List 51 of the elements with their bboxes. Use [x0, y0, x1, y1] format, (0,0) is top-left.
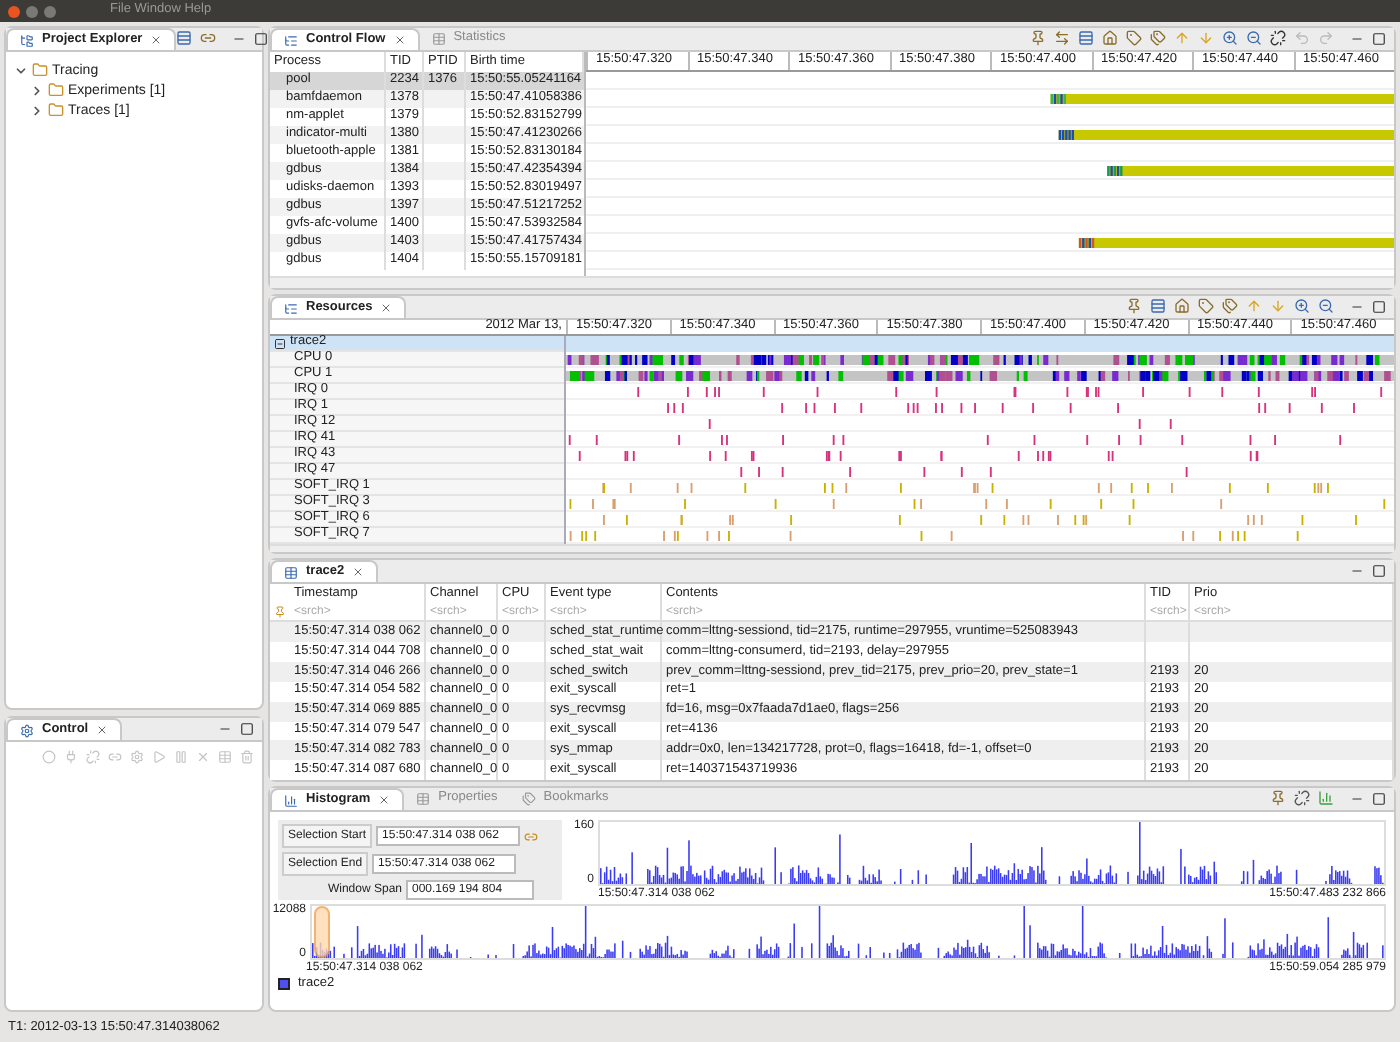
- chart-icon[interactable]: [1318, 790, 1334, 807]
- view-icon[interactable]: [521, 792, 536, 807]
- tags-icon[interactable]: [1150, 30, 1166, 46]
- maximize-icon[interactable]: [240, 722, 254, 736]
- pin-icon[interactable]: [274, 606, 286, 619]
- maximize-icon[interactable]: [1372, 299, 1386, 314]
- zoom-in-icon[interactable]: [1222, 30, 1238, 46]
- tags-icon[interactable]: [1222, 298, 1238, 315]
- home-icon[interactable]: [1174, 298, 1190, 315]
- pin-icon[interactable]: [1126, 298, 1142, 315]
- view-icon[interactable]: [284, 793, 298, 808]
- arrows-icon[interactable]: [1054, 30, 1070, 46]
- view-icon[interactable]: [284, 301, 298, 316]
- tree-toggle-icon[interactable]: [30, 103, 44, 117]
- pin-icon[interactable]: [1030, 30, 1046, 46]
- tree-toggle-icon[interactable]: [30, 83, 44, 97]
- rows-icon[interactable]: [1150, 298, 1166, 315]
- close-icon[interactable]: [380, 302, 393, 315]
- legend-swatch: [278, 978, 290, 991]
- link-icon[interactable]: [200, 30, 217, 46]
- minimize-icon[interactable]: [26, 5, 38, 17]
- selection-window-marker[interactable]: [314, 906, 330, 959]
- home-icon[interactable]: [1102, 30, 1118, 46]
- tag-icon[interactable]: [1198, 298, 1214, 315]
- tree-toggle-icon[interactable]: [14, 63, 28, 77]
- view-icon[interactable]: [284, 565, 298, 580]
- tag-icon[interactable]: [1126, 30, 1142, 46]
- close-icon[interactable]: [393, 34, 406, 46]
- maximize-icon[interactable]: [254, 31, 269, 45]
- close-icon[interactable]: [352, 566, 365, 579]
- pin-icon[interactable]: [1270, 790, 1286, 807]
- view-icon[interactable]: [284, 33, 298, 47]
- collapse-icon[interactable]: [274, 337, 286, 350]
- zoom-in-icon[interactable]: [1294, 298, 1310, 315]
- maximize-icon[interactable]: [1372, 31, 1386, 45]
- zoom-out-icon[interactable]: [1318, 298, 1334, 315]
- link-icon[interactable]: [524, 829, 539, 844]
- maximize-icon[interactable]: [1372, 791, 1386, 806]
- unlink-icon[interactable]: [1294, 790, 1310, 807]
- minimize-icon[interactable]: [218, 722, 232, 736]
- close-icon[interactable]: [378, 794, 391, 807]
- view-icon[interactable]: [20, 33, 34, 47]
- close-icon[interactable]: [150, 34, 163, 46]
- rows-icon[interactable]: [1078, 30, 1094, 46]
- maximize-icon[interactable]: [1372, 564, 1386, 579]
- close-icon[interactable]: [8, 5, 20, 17]
- close-icon[interactable]: [96, 724, 109, 736]
- unlink-icon[interactable]: [1270, 30, 1286, 46]
- view-icon[interactable]: [20, 723, 34, 737]
- zoom-out-icon[interactable]: [1246, 30, 1262, 46]
- collapse-all-icon[interactable]: [176, 30, 193, 46]
